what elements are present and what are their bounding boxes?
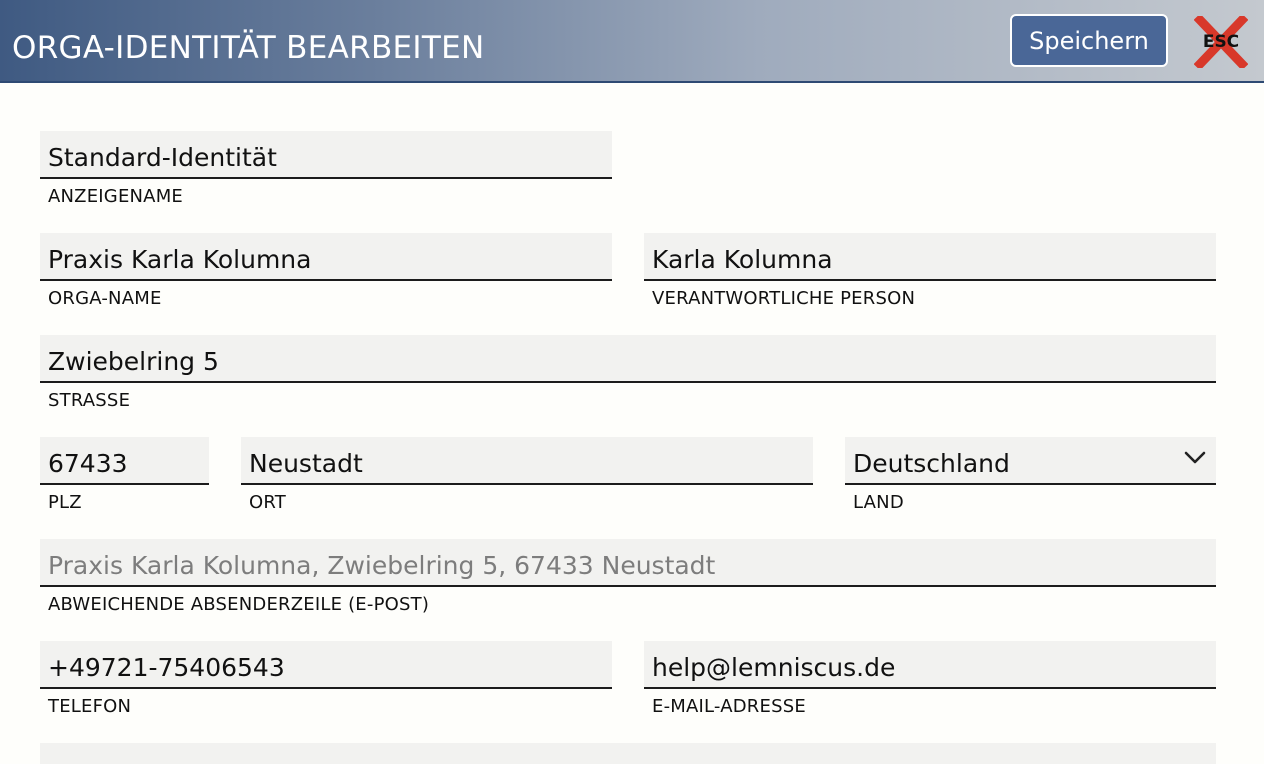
email-label: E-MAIL-ADRESSE — [652, 696, 806, 717]
page-title: ORGA-IDENTITÄT BEARBEITEN — [12, 30, 485, 66]
zip-field: 67433 PLZ — [40, 437, 209, 513]
phone-input[interactable]: +49721-75406543 — [40, 641, 612, 689]
country-select-value: Deutschland — [853, 449, 1010, 478]
country-field: Deutschland LAND — [845, 437, 1216, 513]
responsible-person-input[interactable]: Karla Kolumna — [644, 233, 1216, 281]
sender-line-input[interactable]: Praxis Karla Kolumna, Zwiebelring 5, 674… — [40, 539, 1216, 587]
country-label: LAND — [853, 492, 904, 513]
street-label: STRASSE — [48, 390, 131, 411]
zip-input[interactable]: 67433 — [40, 437, 209, 485]
city-label: ORT — [249, 492, 286, 513]
city-field: Neustadt ORT — [241, 437, 813, 513]
email-field: help@lemniscus.de E-MAIL-ADRESSE — [644, 641, 1216, 717]
street-field: Zwiebelring 5 STRASSE — [40, 335, 1216, 411]
chevron-down-icon — [1184, 451, 1206, 464]
orga-name-label: ORGA-NAME — [48, 288, 162, 309]
zip-label: PLZ — [48, 492, 82, 513]
orga-name-field: Praxis Karla Kolumna ORGA-NAME — [40, 233, 612, 309]
email-input[interactable]: help@lemniscus.de — [644, 641, 1216, 689]
save-button[interactable]: Speichern — [1010, 14, 1168, 67]
orga-name-input[interactable]: Praxis Karla Kolumna — [40, 233, 612, 281]
display-name-field: Standard-Identität ANZEIGENAME — [40, 131, 612, 207]
phone-label: TELEFON — [48, 696, 132, 717]
esc-label: ESC — [1202, 32, 1240, 52]
sender-line-label: ABWEICHENDE ABSENDERZEILE (E-POST) — [48, 594, 430, 615]
street-input[interactable]: Zwiebelring 5 — [40, 335, 1216, 383]
country-select[interactable]: Deutschland — [845, 437, 1216, 485]
city-input[interactable]: Neustadt — [241, 437, 813, 485]
responsible-person-label: VERANTWORTLICHE PERSON — [652, 288, 916, 309]
display-name-input[interactable]: Standard-Identität — [40, 131, 612, 179]
display-name-label: ANZEIGENAME — [48, 186, 183, 207]
responsible-person-field: Karla Kolumna VERANTWORTLICHE PERSON — [644, 233, 1216, 309]
sender-line-field: Praxis Karla Kolumna, Zwiebelring 5, 674… — [40, 539, 1216, 615]
phone-field: +49721-75406543 TELEFON — [40, 641, 612, 717]
next-field-input[interactable] — [40, 743, 1216, 764]
header-bar: ORGA-IDENTITÄT BEARBEITEN Speichern ESC — [0, 0, 1264, 83]
esc-close-button[interactable]: ESC — [1194, 16, 1248, 68]
